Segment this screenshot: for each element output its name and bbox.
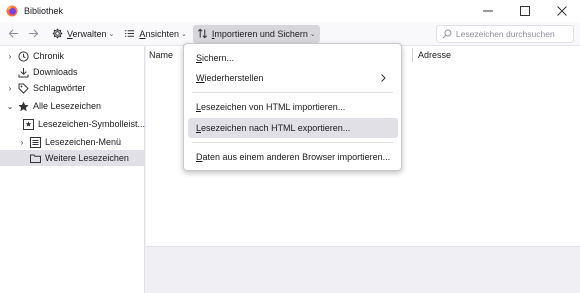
import-backup-menu: Sichern... Wiederherstellen Lesezeichen … [183,43,402,171]
title-bar: Bibliothek [0,0,580,22]
gear-icon [52,28,63,39]
column-header-address-label: Adresse [418,50,452,60]
search-box[interactable] [436,25,574,43]
sidebar-item-lesezeichen-menue[interactable]: › Lesezeichen-Menü [0,134,145,150]
chevron-right-icon[interactable]: › [5,51,15,61]
sidebar-item-label: Downloads [33,67,78,77]
import-backup-label: Importieren und Sichern [211,28,308,39]
sidebar-item-label: Chronik [33,51,65,61]
column-header-address[interactable]: Adresse [415,46,565,64]
minimize-icon [482,10,493,12]
sidebar-item-label: Schlagwörter [33,83,86,93]
chevron-right-icon [381,74,386,82]
import-caret-icon: ⌄ [309,30,316,38]
details-pane [146,246,580,293]
sidebar-tree: › Chronik Downloads › Schlagwörter ⌄ All… [0,46,145,293]
clock-icon [18,50,29,62]
menu-item-restore[interactable]: Wiederherstellen [188,68,398,88]
folder-icon [30,153,41,164]
menu-separator [192,92,393,93]
sidebar-item-label: Alle Lesezeichen [33,101,102,111]
views-button[interactable]: Ansichten ⌄ [120,25,190,43]
menu-separator [192,142,393,143]
arrow-left-icon [8,29,18,38]
menu-item-label: Sichern... [196,53,235,63]
firefox-logo-icon [6,5,18,17]
views-caret-icon: ⌄ [180,30,187,38]
column-header-name[interactable]: Name [146,46,186,64]
download-icon [18,67,29,78]
chevron-right-icon[interactable]: › [17,137,27,147]
close-button[interactable] [543,0,580,22]
tag-icon [18,83,29,94]
organize-button[interactable]: Verwalten ⌄ [48,25,118,43]
list-icon [125,30,135,37]
menu-item-backup[interactable]: Sichern... [188,48,398,68]
import-backup-button[interactable]: Importieren und Sichern ⌄ [192,24,320,43]
organize-label: Verwalten [67,28,107,39]
sidebar-item-weitere-lesezeichen[interactable]: Weitere Lesezeichen [0,150,145,166]
organize-caret-icon: ⌄ [108,30,115,38]
sidebar-item-alle-lesezeichen[interactable]: ⌄ Alle Lesezeichen [0,98,145,114]
search-icon [442,29,452,39]
sidebar-item-downloads[interactable]: Downloads [0,64,145,80]
column-separator[interactable] [412,48,413,62]
sidebar-item-chronik[interactable]: › Chronik [0,48,145,64]
menu-item-label: Lesezeichen von HTML importieren... [196,102,346,112]
arrow-right-icon [28,29,38,38]
bookmark-menu-icon [30,136,41,148]
menu-item-label: Wiederherstellen [196,73,264,83]
menu-item-export-html[interactable]: Lesezeichen nach HTML exportieren... [188,118,398,138]
sidebar-item-lesezeichen-symbolleiste[interactable]: Lesezeichen-Symbolleist... [0,116,145,132]
star-icon [18,101,29,112]
back-button[interactable] [4,25,22,43]
column-header-name-label: Name [149,50,174,60]
chevron-down-icon[interactable]: ⌄ [5,101,15,111]
menu-item-import-html[interactable]: Lesezeichen von HTML importieren... [188,97,398,117]
maximize-icon [519,6,530,16]
sidebar-item-schlagwoerter[interactable]: › Schlagwörter [0,80,145,96]
window-controls [469,0,580,22]
close-icon [556,6,567,16]
minimize-button[interactable] [469,0,506,22]
sort-arrows-icon [197,28,207,39]
bookmark-toolbar-icon [22,118,34,130]
menu-item-import-browser[interactable]: Daten aus einem anderen Browser importie… [188,147,398,167]
maximize-button[interactable] [506,0,543,22]
sidebar-item-label: Lesezeichen-Symbolleist... [37,119,145,129]
forward-button[interactable] [24,25,42,43]
sidebar-item-label: Lesezeichen-Menü [45,137,122,147]
window-title: Bibliothek [24,6,64,16]
sidebar-item-label: Weitere Lesezeichen [45,153,129,163]
views-label: Ansichten [139,28,179,39]
menu-item-label: Lesezeichen nach HTML exportieren... [196,123,351,133]
search-input[interactable] [455,29,573,39]
menu-item-label: Daten aus einem anderen Browser importie… [196,152,391,162]
chevron-right-icon[interactable]: › [5,83,15,93]
